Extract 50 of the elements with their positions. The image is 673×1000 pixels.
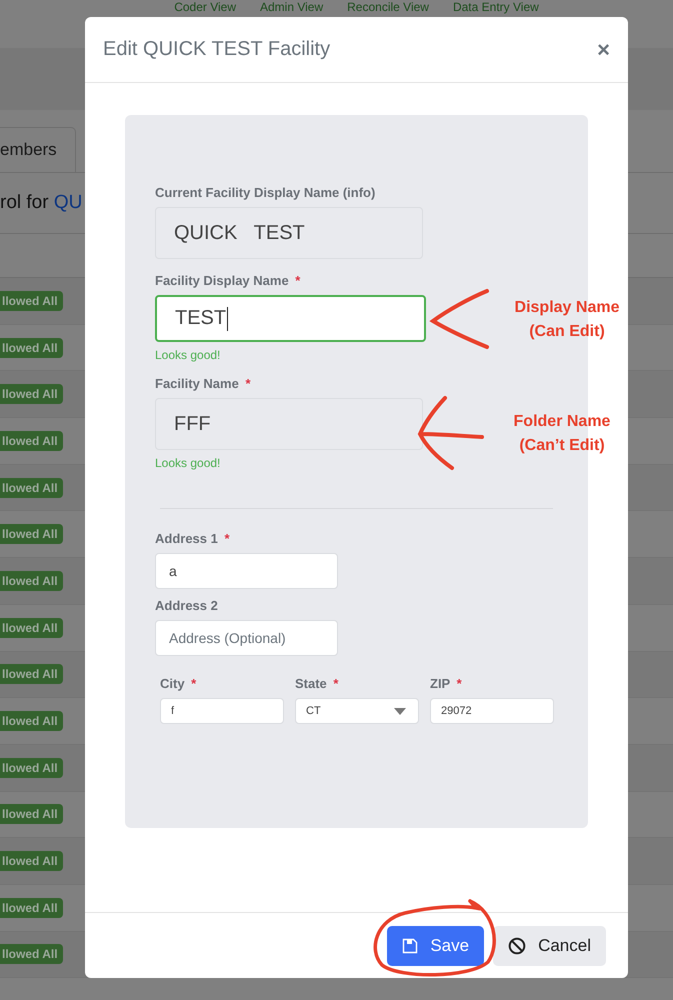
input-field[interactable]: f xyxy=(160,698,284,724)
nav-link[interactable]: Data Entry View xyxy=(452,0,539,15)
status-badge: llowed All xyxy=(0,851,63,872)
input-field[interactable]: Address (Optional) xyxy=(155,620,338,656)
annotation-note: Folder Name xyxy=(514,412,610,432)
status-badge: llowed All xyxy=(0,664,63,684)
annotation-note: Display Name xyxy=(514,298,620,318)
nav-link[interactable]: Coder View xyxy=(174,0,236,15)
input-field[interactable]: TEST xyxy=(155,295,426,342)
input-field[interactable]: 29072 xyxy=(430,698,554,724)
status-badge: llowed All xyxy=(0,758,63,778)
status-badge: llowed All xyxy=(0,290,63,311)
field-label: Facility Display Name * xyxy=(155,273,302,288)
field-label: ZIP * xyxy=(430,676,463,691)
field-label: State * xyxy=(295,676,340,691)
close-button[interactable]: × xyxy=(597,36,610,62)
facility-link[interactable]: QU xyxy=(54,192,82,213)
status-badge: llowed All xyxy=(0,384,63,404)
annotation-note: (Can Edit) xyxy=(529,322,605,342)
caret-icon xyxy=(394,708,406,714)
readonly-field: FFF xyxy=(155,398,423,450)
save-button[interactable]: Save xyxy=(387,926,484,966)
status-badge: llowed All xyxy=(0,570,63,591)
ban-icon xyxy=(508,937,526,955)
field-label: Address 1 * xyxy=(155,531,231,546)
field-label: Facility Name * xyxy=(155,376,252,391)
dialog-title: Edit QUICK TEST Facility xyxy=(103,38,330,61)
state-dropdown[interactable]: CT xyxy=(295,698,419,724)
validation-message: Looks good! xyxy=(155,348,222,362)
status-badge: llowed All xyxy=(0,944,63,964)
field-label: City * xyxy=(160,676,198,691)
status-badge: llowed All xyxy=(0,478,63,498)
status-badge: llowed All xyxy=(0,430,63,451)
annotation-note: (Can’t Edit) xyxy=(519,436,605,456)
status-badge: llowed All xyxy=(0,338,63,358)
nav-link[interactable]: Reconcile View xyxy=(347,0,429,15)
cancel-button[interactable]: Cancel xyxy=(493,926,606,966)
heading: rol for QU xyxy=(0,192,82,214)
status-badge: llowed All xyxy=(0,618,63,638)
status-badge: llowed All xyxy=(0,711,63,732)
tab[interactable]: embers xyxy=(0,127,76,172)
status-badge: llowed All xyxy=(0,898,63,918)
field-label: Address 2 xyxy=(155,598,219,613)
readonly-field: QUICK TEST xyxy=(155,207,423,259)
validation-message: Looks good! xyxy=(155,456,222,470)
status-badge: llowed All xyxy=(0,804,63,824)
nav-link[interactable]: Admin View xyxy=(260,0,324,15)
field-label: Current Facility Display Name (info) xyxy=(155,185,376,200)
status-badge: llowed All xyxy=(0,524,63,544)
input-field[interactable]: a xyxy=(155,553,338,589)
